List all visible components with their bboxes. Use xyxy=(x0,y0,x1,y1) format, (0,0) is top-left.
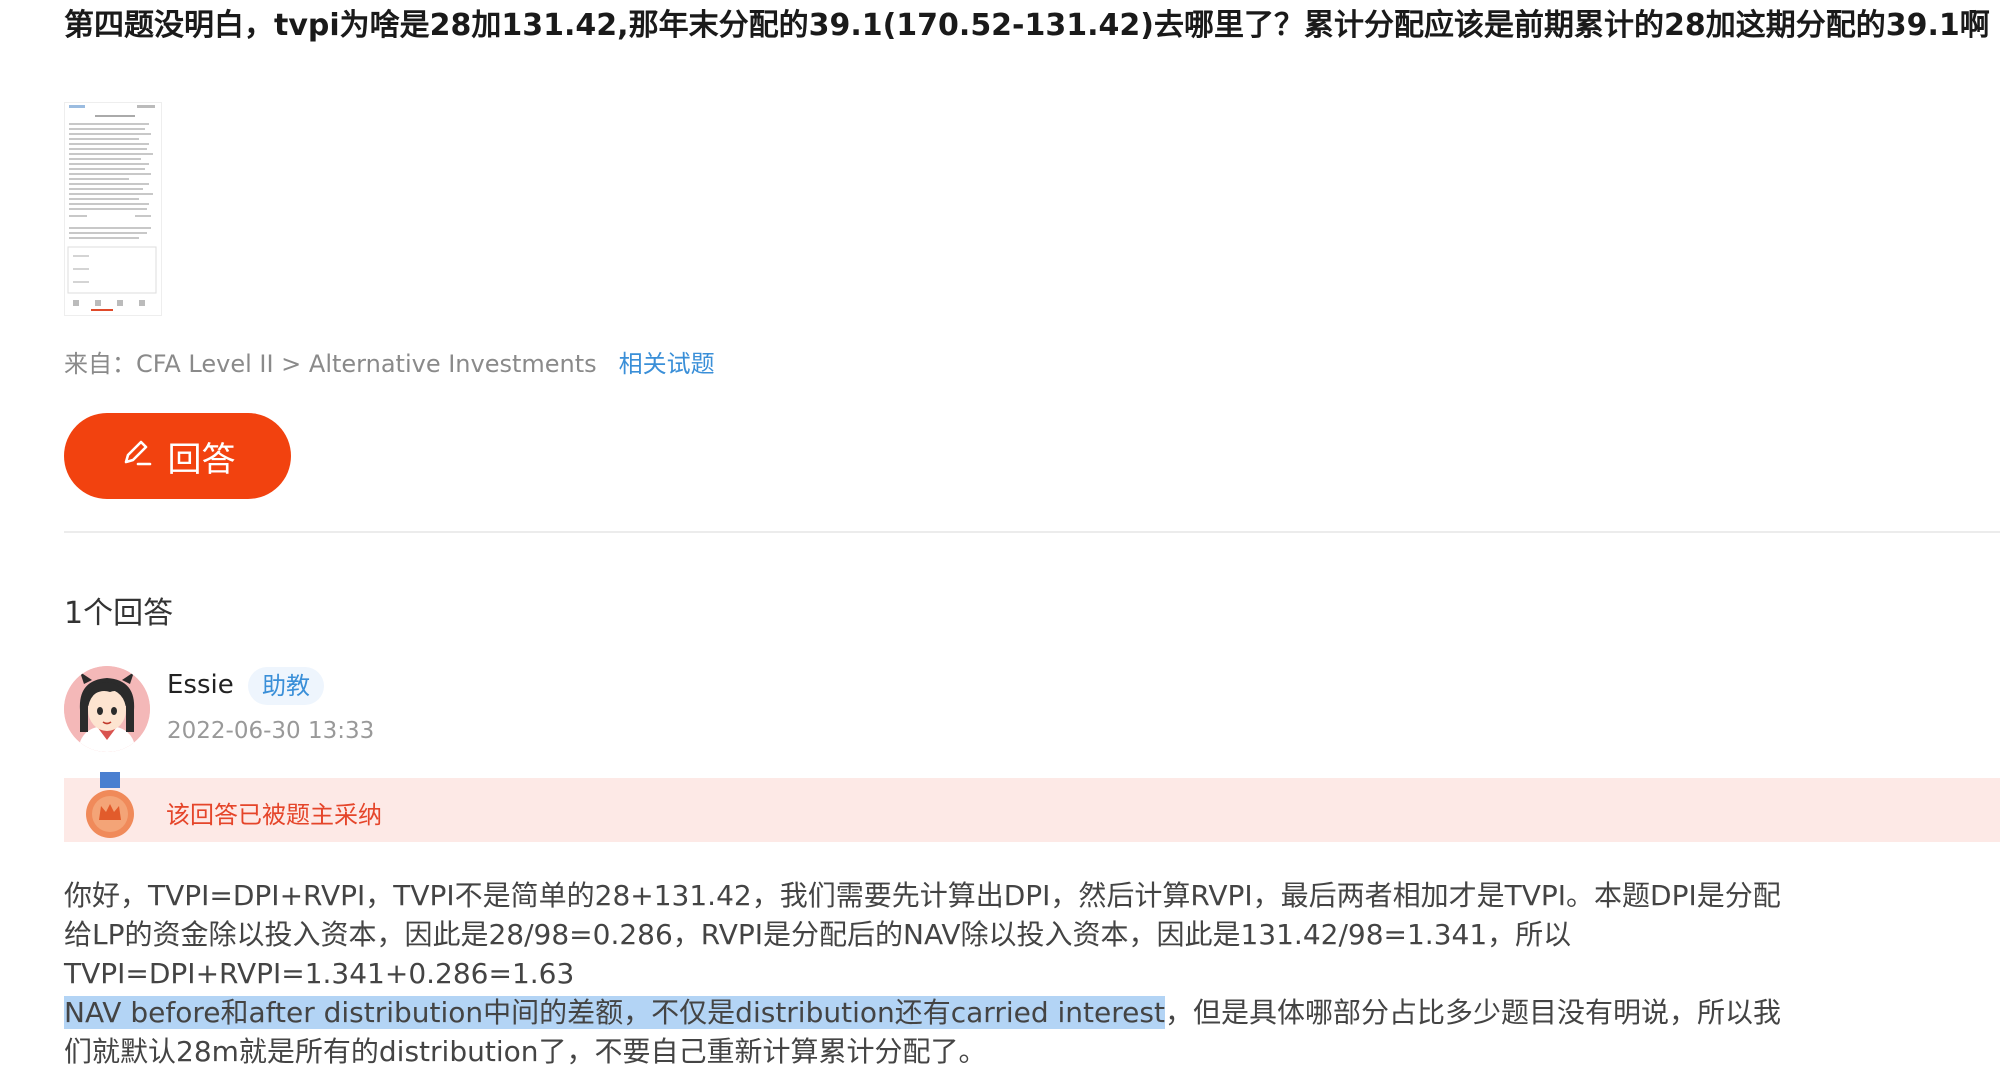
section-divider xyxy=(64,531,2000,533)
question-attachment-thumbnail[interactable] xyxy=(64,102,162,316)
screenshot-thumbnail-image xyxy=(67,105,157,311)
author-name[interactable]: Essie xyxy=(167,670,234,700)
answer-button[interactable]: 回答 xyxy=(64,413,291,499)
answer-count: 1个回答 xyxy=(64,596,174,631)
author-avatar[interactable] xyxy=(64,666,150,752)
source-breadcrumb: 来自：CFA Level II > Alternative Investment… xyxy=(64,350,597,378)
answer-paragraph: 你好，TVPI=DPI+RVPI，TVPI不是简单的28+131.42，我们需要… xyxy=(64,879,1781,990)
selected-text-highlight: NAV before和after distribution中间的差额，不仅是di… xyxy=(64,996,1165,1029)
medal-icon xyxy=(80,772,140,842)
question-title: 第四题没明白，tvpi为啥是28加131.42,那年末分配的39.1(170.5… xyxy=(64,8,1990,43)
answer-timestamp: 2022-06-30 13:33 xyxy=(167,718,375,744)
accepted-answer-banner: 该回答已被题主采纳 xyxy=(64,772,2000,842)
question-source: 来自：CFA Level II > Alternative Investment… xyxy=(64,344,715,379)
pencil-icon xyxy=(120,435,154,478)
answer-button-label: 回答 xyxy=(167,440,236,479)
answer-paragraph: NAV before和after distribution中间的差额，不仅是di… xyxy=(64,993,1804,1071)
related-questions-link[interactable]: 相关试题 xyxy=(619,350,715,378)
role-badge: 助教 xyxy=(248,667,324,705)
accepted-label: 该回答已被题主采纳 xyxy=(166,801,382,829)
answer-content: 你好，TVPI=DPI+RVPI，TVPI不是简单的28+131.42，我们需要… xyxy=(64,876,1804,1071)
